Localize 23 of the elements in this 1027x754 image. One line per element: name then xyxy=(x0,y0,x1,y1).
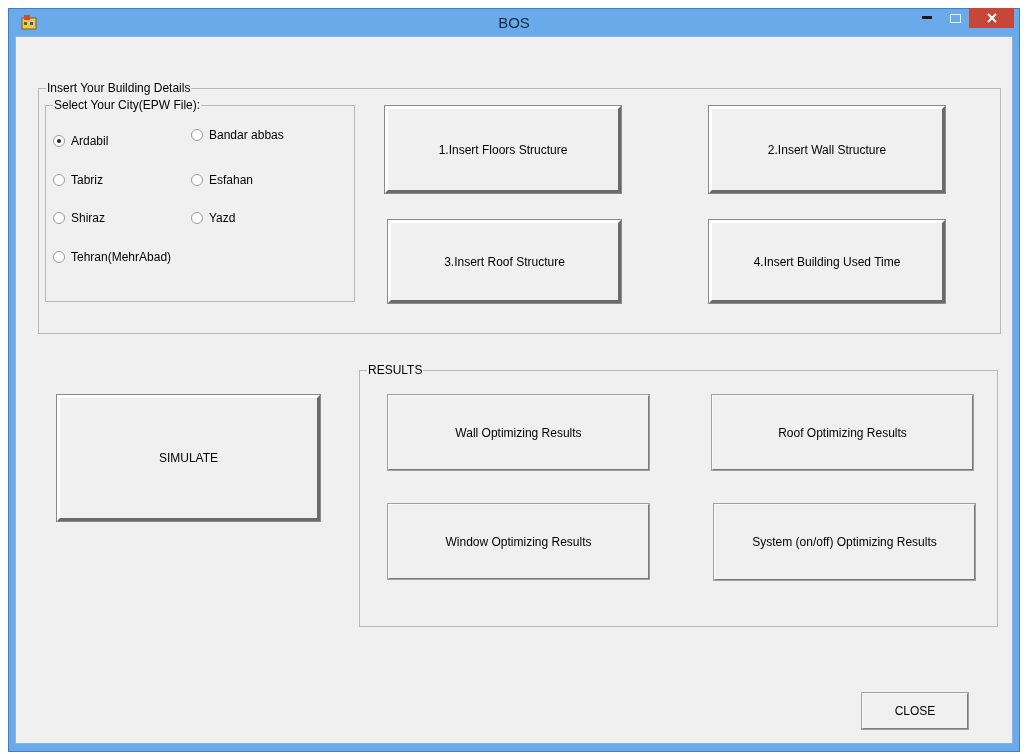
result-button[interactable]: Roof Optimizing Results xyxy=(712,395,973,470)
radio-option[interactable]: Ardabil xyxy=(53,132,109,150)
window-title: BOS xyxy=(498,13,530,33)
action-button[interactable]: 2.Insert Wall Structure xyxy=(709,106,945,193)
action-button[interactable]: 4.Insert Building Used Time xyxy=(709,220,945,303)
action-button[interactable]: 3.Insert Roof Structure xyxy=(388,220,621,303)
result-button[interactable]: Window Optimizing Results xyxy=(388,504,649,579)
result-button[interactable]: System (on/off) Optimizing Results xyxy=(714,504,975,580)
group-legend: RESULTS xyxy=(367,363,424,377)
result-button[interactable]: Wall Optimizing Results xyxy=(388,395,649,470)
radio-option[interactable]: Esfahan xyxy=(191,171,254,189)
radio-option[interactable]: Yazd xyxy=(191,209,236,227)
close-button[interactable]: CLOSE xyxy=(862,693,968,729)
radio-option[interactable]: Bandar abbas xyxy=(191,126,284,144)
radio-option[interactable]: Tehran(MehrAbad) xyxy=(53,248,172,266)
group-legend: Insert Your Building Details xyxy=(46,81,192,95)
action-button[interactable]: 1.Insert Floors Structure xyxy=(385,106,621,193)
close-icon[interactable] xyxy=(969,8,1014,28)
simulate-button[interactable]: SIMULATE xyxy=(57,395,320,521)
radio-option[interactable]: Tabriz xyxy=(53,171,103,189)
group-legend: Select Your City(EPW File): xyxy=(53,98,202,112)
radio-option[interactable]: Shiraz xyxy=(53,209,105,227)
app-icon xyxy=(21,14,37,30)
